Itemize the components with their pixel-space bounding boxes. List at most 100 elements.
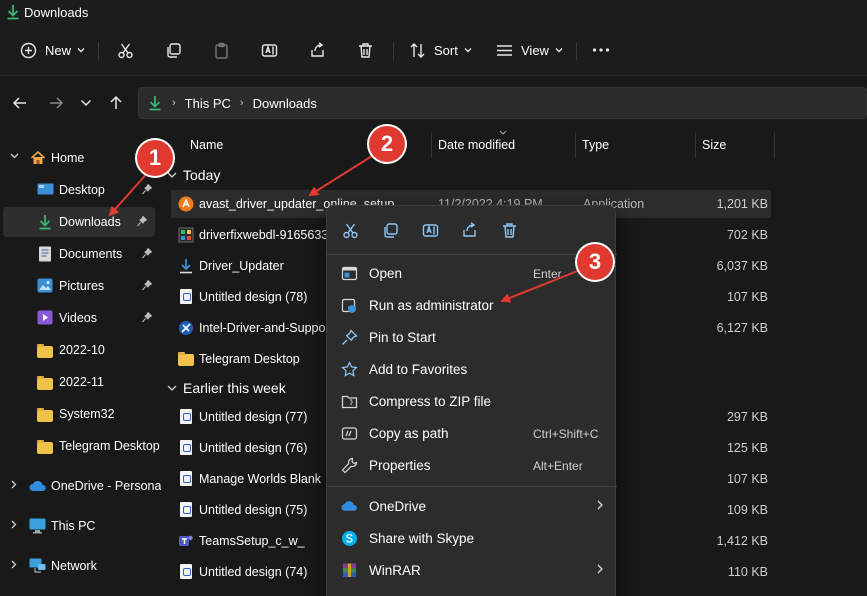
menu-item-run-as-administrator[interactable]: Run as administrator [331,290,613,320]
rename-button[interactable] [422,222,439,239]
rename-button[interactable] [261,38,278,62]
recent-locations-button[interactable] [80,99,92,107]
file-size: 6,127 KB [716,321,768,335]
sidebar-item-label: Telegram Desktop [59,439,160,453]
delete-button[interactable] [501,222,518,239]
share-button[interactable] [309,38,326,62]
sidebar-item-telegram-desktop[interactable]: Telegram Desktop [0,431,160,461]
sidebar-item-2022-11[interactable]: 2022-11 [0,367,160,397]
column-header-size[interactable]: Size [702,138,726,152]
divider [393,42,394,60]
chevron-right-icon[interactable] [11,560,17,569]
cloud-icon [341,500,358,517]
column-header-date[interactable]: Date modified [438,138,515,152]
chevron-right-icon[interactable] [11,480,17,489]
share-button[interactable] [461,222,478,239]
address-bar[interactable]: › This PC › Downloads [138,87,867,119]
sidebar-item-onedrive[interactable]: OneDrive - Personal [0,471,164,501]
column-header-type[interactable]: Type [582,138,609,152]
copy-button[interactable] [165,38,182,62]
column-divider[interactable] [575,132,576,158]
clipboard-icon [213,42,230,59]
chevron-right-icon[interactable] [11,520,17,529]
sidebar-item-network[interactable]: Network [0,551,160,581]
more-dots-icon [592,47,610,53]
sidebar-item-pictures[interactable]: Pictures [0,271,160,301]
new-button[interactable]: New [20,38,85,62]
sidebar-item-downloads[interactable]: Downloads [3,207,155,237]
download-icon [6,4,20,20]
sidebar-item-desktop[interactable]: Desktop [0,175,160,205]
menu-item-label: Pin to Start [369,330,436,345]
sidebar-item-system32[interactable]: System32 [0,399,160,429]
chevron-right-icon [597,500,603,510]
view-button[interactable]: View [496,38,563,62]
column-divider[interactable] [695,132,696,158]
folder-icon [178,352,194,370]
sidebar-item-label: Downloads [59,215,121,229]
breadcrumb-this-pc[interactable]: This PC [185,96,231,111]
pictures-icon [37,278,53,293]
zip-folder-icon [341,393,358,410]
menu-item-label: Run as administrator [369,298,494,313]
sidebar-item-home[interactable]: Home [0,143,160,173]
sidebar-item-2022-10[interactable]: 2022-10 [0,335,160,365]
plus-circle-icon [20,42,37,59]
menu-item-share-with-skype[interactable]: Share with Skype [331,523,613,553]
sidebar-item-documents[interactable]: Documents [0,239,160,269]
delete-button[interactable] [357,38,374,62]
view-list-icon [496,42,513,59]
chevron-down-icon [464,47,472,53]
sidebar-item-label: This PC [51,519,96,533]
sidebar-item-label: OneDrive - Personal [51,479,165,493]
column-header-name[interactable]: Name [190,138,223,152]
menu-item-label: Share with Skype [369,531,475,546]
star-icon [341,361,358,378]
column-divider[interactable] [431,132,432,158]
menu-item-open[interactable]: Open Enter [331,258,613,288]
menu-item-winrar[interactable]: WinRAR [331,555,613,585]
copy-path-icon [341,425,358,442]
copy-button[interactable] [382,222,399,239]
file-size: 1,201 KB [716,197,768,211]
column-divider[interactable] [774,132,775,158]
cloud-icon [29,480,47,492]
file-size: 107 KB [726,290,768,304]
up-button[interactable] [108,95,124,111]
menu-item-add-to-favorites[interactable]: Add to Favorites [331,354,613,384]
cut-button[interactable] [342,222,359,239]
open-app-icon [341,265,358,282]
chevron-down-icon [80,99,92,107]
menu-item-pin-to-start[interactable]: Pin to Start [331,322,613,352]
pin-icon [137,216,147,227]
videos-icon [37,310,53,325]
menu-item-onedrive[interactable]: OneDrive [331,491,613,521]
file-name: driverfixwebdl-91656337 [199,228,336,242]
menu-item-properties[interactable]: Properties Alt+Enter [331,450,613,480]
home-icon [30,150,46,166]
group-header-earlier-this-week[interactable]: Earlier this week [167,380,286,396]
breadcrumb-downloads[interactable]: Downloads [253,96,317,111]
more-options-button[interactable] [592,38,610,62]
admin-shield-icon [341,297,358,314]
sort-button[interactable]: Sort [409,38,472,62]
document-icon [178,471,194,487]
documents-icon [38,246,52,262]
folder-icon [37,440,53,454]
cut-button[interactable] [117,38,134,62]
menu-item-compress-to-zip[interactable]: Compress to ZIP file [331,386,613,416]
document-icon [178,289,194,305]
menu-item-shortcut: Enter [533,267,562,281]
chevron-down-icon[interactable] [10,153,19,159]
paste-button[interactable] [213,38,230,62]
file-name: Telegram Desktop [199,352,300,366]
group-header-today[interactable]: Today [167,167,220,183]
divider [98,42,99,60]
sidebar-item-videos[interactable]: Videos [0,303,160,333]
chevron-right-icon: › [172,97,176,109]
back-button[interactable] [12,95,28,111]
menu-item-copy-as-path[interactable]: Copy as path Ctrl+Shift+C [331,418,613,448]
sidebar-item-this-pc[interactable]: This PC [0,511,160,541]
forward-button[interactable] [48,95,64,111]
divider [576,42,577,60]
